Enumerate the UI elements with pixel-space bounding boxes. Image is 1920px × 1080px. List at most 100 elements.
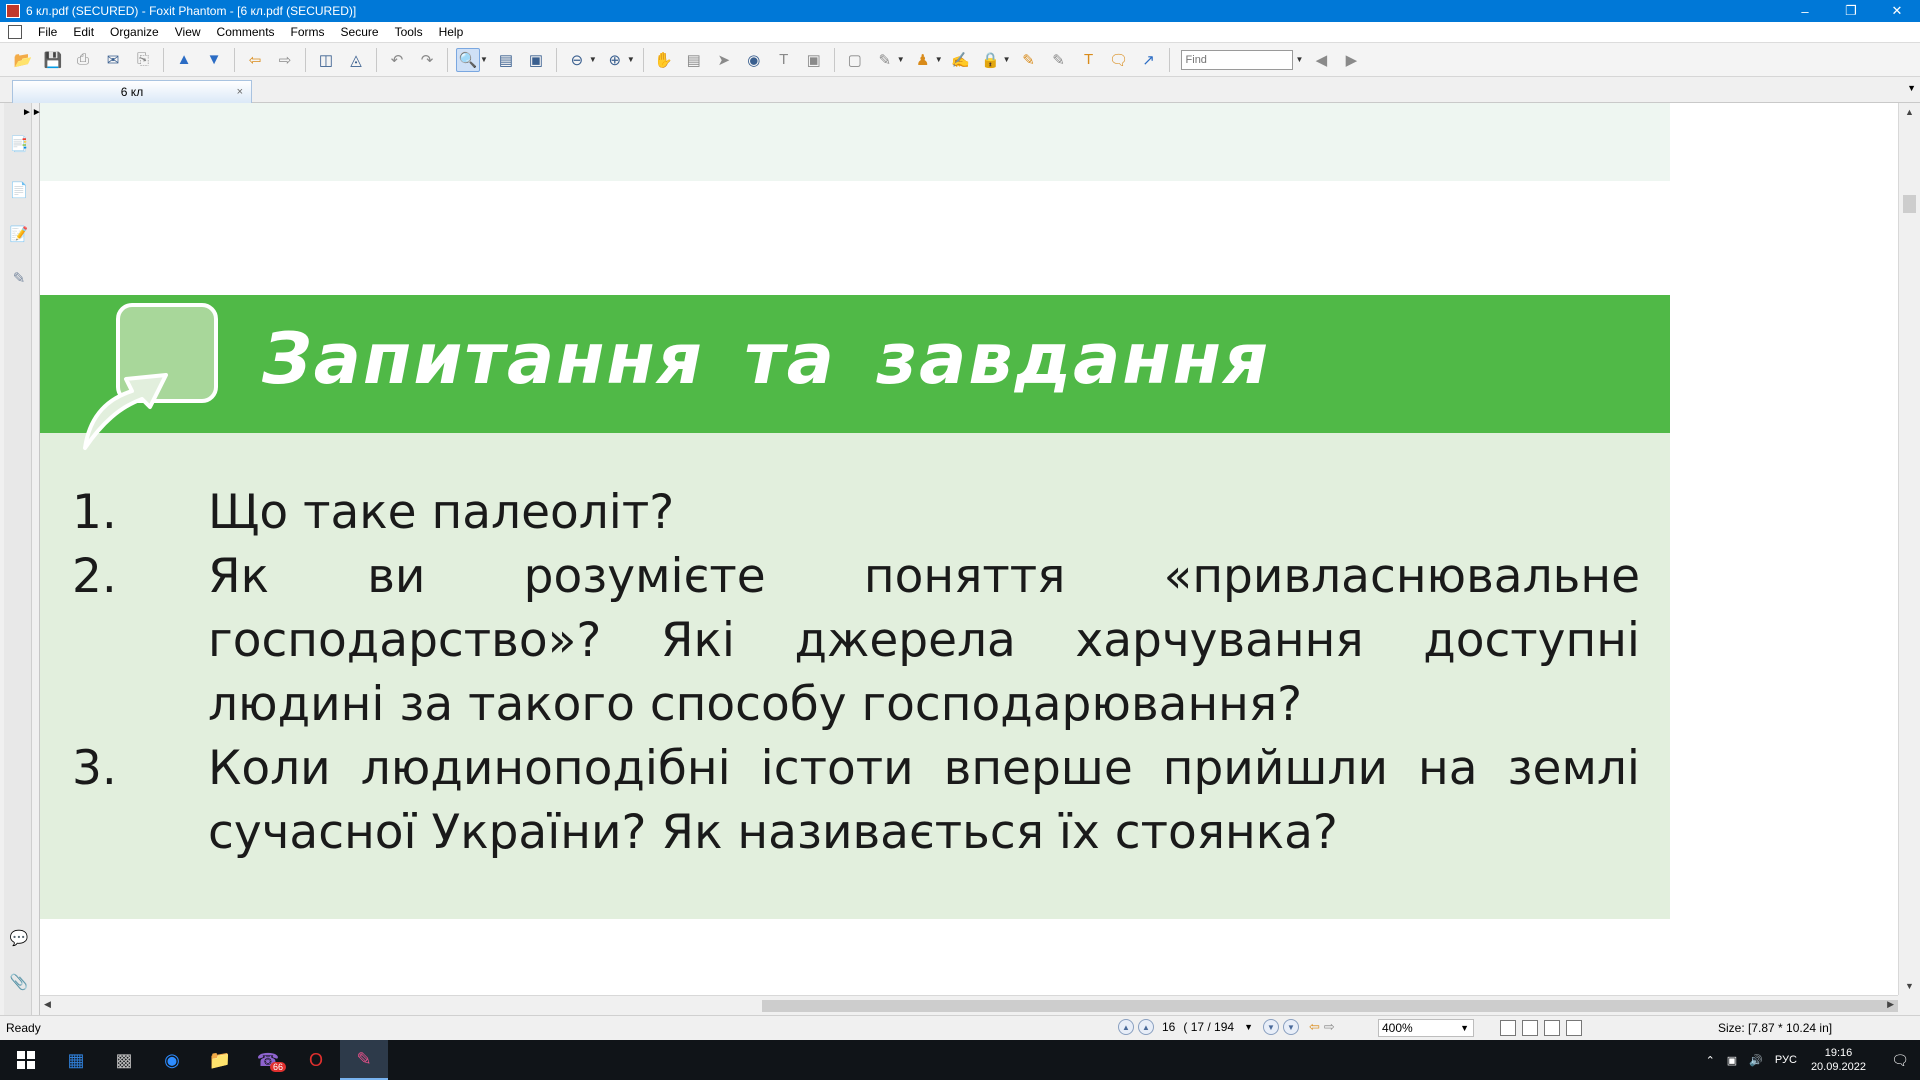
zoom-tool-dropdown-icon[interactable]: ▼ [480, 55, 488, 64]
attachments-icon[interactable]: 📎 [9, 971, 29, 993]
menu-edit[interactable]: Edit [65, 22, 102, 43]
pencil-icon[interactable]: ✎ [873, 48, 897, 72]
foxit-app-icon[interactable] [6, 4, 20, 18]
zoom-tool-icon[interactable]: 🔍 [456, 47, 480, 72]
select-cursor-icon[interactable]: ➤ [712, 48, 736, 72]
previous-page-icon[interactable]: ▲ [172, 48, 196, 72]
continuous-icon[interactable] [1522, 1020, 1538, 1036]
redo-icon[interactable]: ↷ [415, 48, 439, 72]
zoom-out-icon[interactable]: ⊖ [565, 48, 589, 72]
taskbar-zoom-icon[interactable]: ◉ [148, 1040, 196, 1080]
typewriter-icon[interactable]: T [772, 48, 796, 72]
pages-icon[interactable]: 📄 [9, 179, 29, 201]
edit-object-icon[interactable]: ✎ [1047, 48, 1071, 72]
previous-view-icon[interactable]: ⇦ [1309, 1019, 1320, 1035]
next-page-nav-icon[interactable]: ▼ [1262, 1019, 1279, 1035]
zoom-dropdown-icon[interactable]: ▼ [1460, 1020, 1469, 1036]
back-arrow-icon[interactable]: ⇦ [243, 48, 267, 72]
restore-button[interactable]: ❐ [1828, 0, 1874, 22]
document-viewport[interactable]: Запитання та завдання 1. Що таке палеолі… [40, 103, 1898, 995]
continuous-facing-icon[interactable] [1566, 1020, 1582, 1036]
next-view-icon[interactable]: ⇨ [1324, 1019, 1335, 1035]
find-previous-icon[interactable]: ◀ [1309, 48, 1333, 72]
layers-icon[interactable]: 📝 [9, 223, 29, 245]
menu-forms[interactable]: Forms [283, 22, 333, 43]
stamp-icon[interactable]: ♟ [911, 48, 935, 72]
stamp-dropdown-icon[interactable]: ▼ [935, 55, 943, 64]
tab-close-icon[interactable]: × [237, 81, 243, 103]
zoom-in-icon[interactable]: ⊕ [603, 48, 627, 72]
taskbar-app-window-icon[interactable]: ▦ [52, 1040, 100, 1080]
fit-page-icon[interactable]: ▣ [524, 48, 548, 72]
single-page-icon[interactable] [1500, 1020, 1516, 1036]
scroll-up-icon[interactable]: ▲ [1905, 107, 1914, 117]
edit-text-icon[interactable]: ✎ [1017, 48, 1041, 72]
facing-icon[interactable] [1544, 1020, 1560, 1036]
signature-icon[interactable]: ✍ [949, 48, 973, 72]
signatures-icon[interactable]: ✎ [9, 267, 29, 289]
text-box-icon[interactable]: T [1077, 48, 1101, 72]
horizontal-scroll-thumb[interactable] [762, 1000, 1898, 1012]
menu-secure[interactable]: Secure [333, 22, 387, 43]
minimize-button[interactable]: – [1782, 0, 1828, 22]
close-button[interactable]: ✕ [1874, 0, 1920, 22]
menu-organize[interactable]: Organize [102, 22, 167, 43]
print-icon[interactable]: ⎙ [71, 48, 95, 72]
menu-view[interactable]: View [167, 22, 209, 43]
first-page-icon[interactable]: ▲ [1118, 1019, 1134, 1035]
notification-center-icon[interactable]: 🗨 [1880, 1052, 1920, 1069]
taskbar-foxit-icon[interactable]: ✎ [340, 1040, 388, 1080]
start-button[interactable] [0, 1040, 52, 1080]
find-next-icon[interactable]: ▶ [1339, 48, 1363, 72]
language-indicator[interactable]: РУС [1775, 1054, 1797, 1066]
link-arrow-icon[interactable]: ↗ [1137, 48, 1161, 72]
comment-icon[interactable]: 🗨 [1107, 48, 1131, 72]
vertical-scroll-thumb[interactable] [1903, 195, 1916, 213]
page-dropdown-icon[interactable]: ▼ [1244, 1022, 1253, 1032]
taskbar-opera-icon[interactable]: O [292, 1040, 340, 1080]
hand-tool-icon[interactable]: ✋ [652, 48, 676, 72]
find-input[interactable] [1180, 49, 1293, 70]
email-icon[interactable]: ✉ [101, 48, 125, 72]
menu-comments[interactable]: Comments [209, 22, 283, 43]
snapshot-icon[interactable]: ▣ [802, 48, 826, 72]
menu-tools[interactable]: Tools [387, 22, 431, 43]
pencil-dropdown-icon[interactable]: ▼ [897, 55, 905, 64]
insert-page-icon[interactable]: ◫ [314, 48, 338, 72]
scroll-right-icon[interactable]: ▶ [1887, 999, 1894, 1010]
volume-icon[interactable]: 🔊 [1749, 1054, 1763, 1067]
lock-icon[interactable]: 🔒 [979, 48, 1003, 72]
taskbar-viber-icon[interactable]: ☎ 66 [244, 1040, 292, 1080]
print-setup-icon[interactable]: ⎘ [131, 48, 155, 72]
document-menu-icon[interactable] [8, 25, 22, 39]
horizontal-scrollbar[interactable]: ◀ ▶ [40, 995, 1898, 1015]
menu-file[interactable]: File [30, 22, 65, 43]
scroll-left-icon[interactable]: ◀ [44, 999, 51, 1010]
find-dropdown-icon[interactable]: ▼ [1296, 55, 1304, 64]
open-icon[interactable]: 📂 [11, 48, 35, 72]
document-tab[interactable]: 6 кл × [12, 80, 252, 103]
last-page-icon[interactable]: ▼ [1282, 1019, 1299, 1035]
binoculars-icon[interactable]: ◉ [742, 48, 766, 72]
taskbar-calculator-icon[interactable]: ▩ [100, 1040, 148, 1080]
rectangle-icon[interactable]: ▢ [843, 48, 867, 72]
tray-expand-icon[interactable]: ⌃ [1706, 1054, 1715, 1067]
actual-size-icon[interactable]: ▤ [494, 48, 518, 72]
prev-page-icon[interactable]: ▲ [1138, 1019, 1154, 1035]
next-page-icon[interactable]: ▼ [202, 48, 226, 72]
forward-arrow-icon[interactable]: ⇨ [273, 48, 297, 72]
taskbar-explorer-icon[interactable]: 📁 [196, 1040, 244, 1080]
select-text-icon[interactable]: ▤ [682, 48, 706, 72]
clock[interactable]: 19:16 20.09.2022 [1811, 1046, 1866, 1074]
menu-help[interactable]: Help [431, 22, 472, 43]
undo-icon[interactable]: ↶ [385, 48, 409, 72]
current-page-field[interactable]: 16 [1162, 1020, 1175, 1034]
zoom-out-dropdown-icon[interactable]: ▼ [589, 55, 597, 64]
save-icon[interactable]: 💾 [41, 48, 65, 72]
vertical-scrollbar[interactable]: ▲ ▼ [1898, 103, 1920, 995]
extract-page-icon[interactable]: ◬ [344, 48, 368, 72]
zoom-in-dropdown-icon[interactable]: ▼ [627, 55, 635, 64]
lock-dropdown-icon[interactable]: ▼ [1003, 55, 1011, 64]
expand-panel-icon[interactable]: ►► [22, 107, 42, 118]
scroll-down-icon[interactable]: ▼ [1905, 981, 1914, 991]
